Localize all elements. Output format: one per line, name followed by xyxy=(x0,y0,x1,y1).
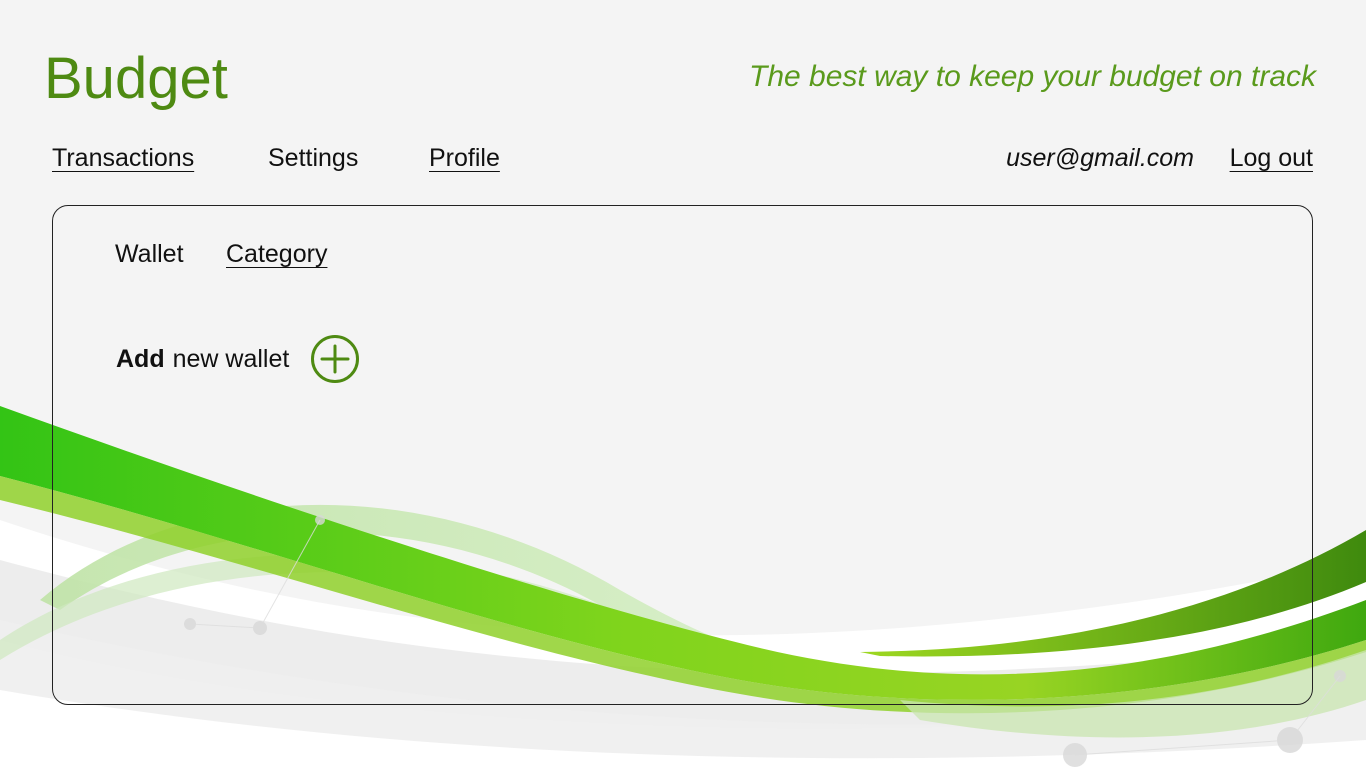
logout-link[interactable]: Log out xyxy=(1230,144,1313,173)
plus-circle-icon[interactable] xyxy=(311,335,360,383)
add-label-rest: new wallet xyxy=(172,344,290,373)
tab-wallet[interactable]: Wallet xyxy=(115,240,184,269)
add-wallet-row: Add new wallet xyxy=(116,334,360,384)
user-email: user@gmail.com xyxy=(1006,144,1194,172)
nav-profile-link[interactable]: Profile xyxy=(429,144,500,173)
app-tagline: The best way to keep your budget on trac… xyxy=(749,60,1316,93)
add-label-strong: Add xyxy=(116,344,165,373)
app-title: Budget xyxy=(44,46,228,111)
nav-transactions-link[interactable]: Transactions xyxy=(52,144,194,173)
tab-category[interactable]: Category xyxy=(226,240,327,269)
settings-panel: Wallet Category Add new wallet xyxy=(52,205,1313,705)
nav-settings-link[interactable]: Settings xyxy=(268,144,358,173)
